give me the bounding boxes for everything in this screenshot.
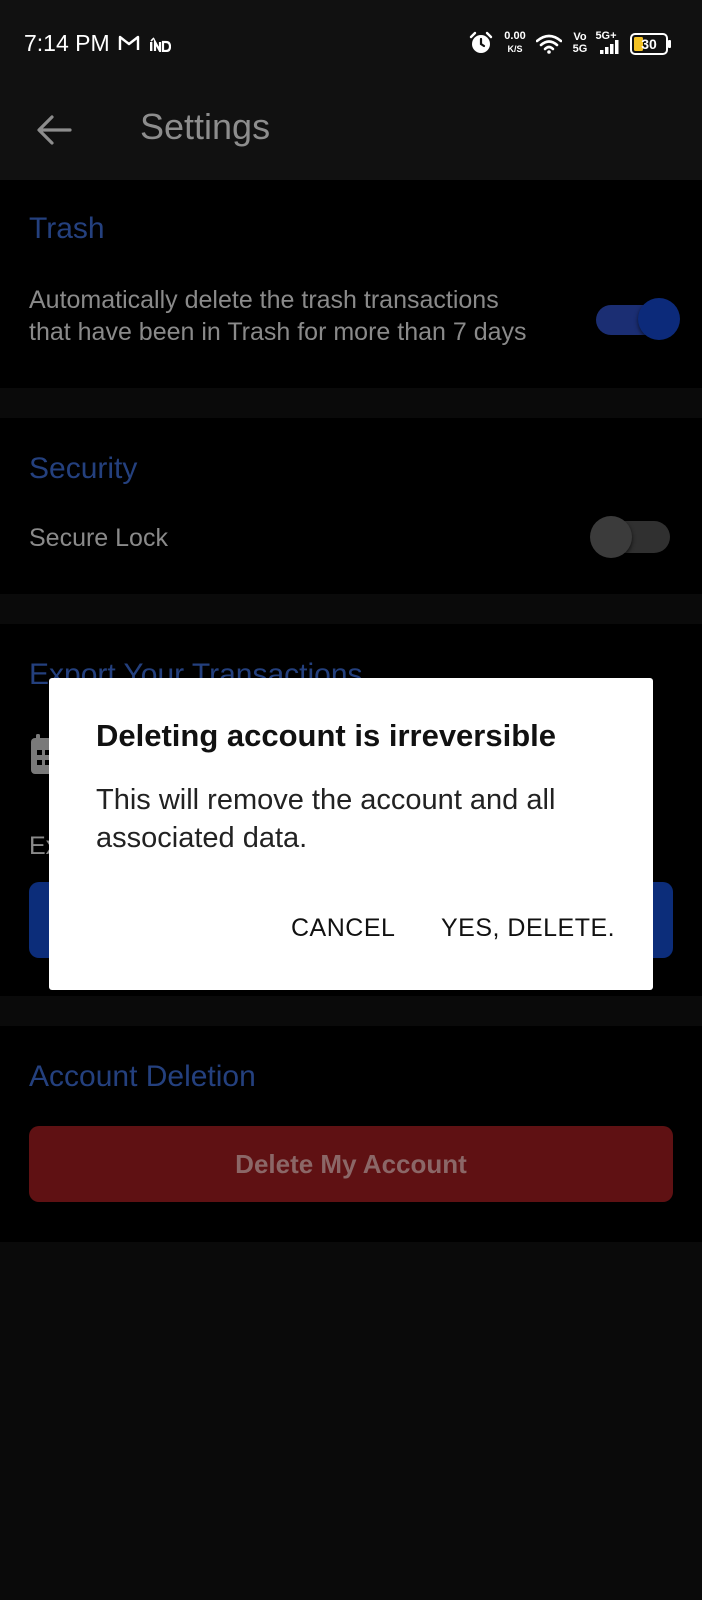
network-speed-value: 0.00 [504, 30, 526, 42]
dialog-message: This will remove the account and all ass… [96, 784, 556, 854]
trash-title: Trash [29, 212, 105, 245]
trash-description-line-1: Automatically delete the trash transacti… [29, 286, 499, 314]
trash-description-line-2: that have been in Trash for more than 7 … [29, 318, 527, 346]
battery-level: 30 [641, 36, 657, 52]
wifi-icon [535, 34, 563, 59]
toggle-thumb [638, 298, 680, 340]
trash-description: Automatically delete the trash transacti… [29, 284, 527, 348]
status-time: 7:14 PM [24, 30, 110, 56]
app-bar: Settings [0, 88, 702, 180]
status-bar: 7:14 PM 0.00 K/S Vo 5G 5G+ 30 [0, 0, 702, 88]
secure-lock-label: Secure Lock [29, 524, 168, 552]
volte-network-label: 5G [572, 43, 588, 55]
delete-confirmation-dialog: Deleting account is irreversible This wi… [49, 678, 653, 990]
volte-label: Vo [573, 31, 587, 43]
security-title: Security [29, 452, 138, 485]
arrow-left-icon [30, 115, 78, 158]
page-title: Settings [140, 106, 271, 147]
india-news-icon [149, 34, 172, 57]
cancel-button[interactable]: CANCEL [291, 914, 395, 943]
delete-my-account-button[interactable]: Delete My Account [29, 1126, 673, 1202]
network-speed-unit: K/S [507, 44, 523, 54]
security-section: Security Secure Lock [0, 418, 702, 594]
gmail-icon [118, 34, 140, 57]
signal-icon [600, 40, 624, 59]
alarm-icon [469, 31, 493, 60]
account-deletion-section: Account Deletion Delete My Account [0, 1026, 702, 1242]
confirm-delete-button[interactable]: YES, DELETE. [441, 914, 615, 943]
auto-delete-trash-toggle[interactable] [594, 297, 682, 343]
account-deletion-title: Account Deletion [29, 1060, 256, 1093]
toggle-thumb [590, 516, 632, 558]
dialog-title: Deleting account is irreversible [96, 718, 557, 753]
back-button[interactable] [30, 106, 78, 154]
secure-lock-toggle[interactable] [590, 515, 674, 559]
trash-section: Trash Automatically delete the trash tra… [0, 180, 702, 388]
